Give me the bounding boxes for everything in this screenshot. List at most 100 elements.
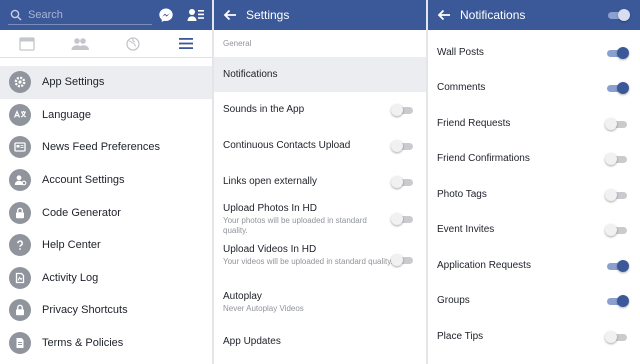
menu-item-label: Code Generator <box>42 206 121 219</box>
row-subtitle: Your photos will be uploaded in standard… <box>223 216 367 235</box>
notif-row-friend-requests[interactable]: Friend Requests <box>428 107 640 141</box>
messenger-icon[interactable] <box>156 5 176 25</box>
news-feed-icon <box>18 36 35 51</box>
notifications-master-toggle[interactable] <box>606 9 630 21</box>
tab-notifications-globe[interactable] <box>106 30 159 57</box>
row-title: Place Tips <box>437 331 484 342</box>
settings-row-notifications[interactable]: Notifications <box>214 57 426 92</box>
row-title: Links open externally <box>223 176 317 187</box>
comments-toggle[interactable] <box>605 82 629 94</box>
menu-item-label: Account Settings <box>42 174 125 187</box>
menu-top-bar <box>0 0 212 30</box>
notif-row-photo-tags[interactable]: Photo Tags <box>428 178 640 212</box>
menu-item-label: App Settings <box>42 76 105 89</box>
row-title: Application Requests <box>437 260 531 271</box>
tab-menu[interactable] <box>159 30 212 57</box>
row-title: Upload Videos In HD <box>223 244 317 255</box>
settings-top-bar: Settings <box>214 0 426 30</box>
settings-title: Settings <box>246 8 290 22</box>
row-title: Event Invites <box>437 224 495 235</box>
menu-item-language[interactable]: Language <box>0 99 212 132</box>
search-input[interactable] <box>28 8 138 21</box>
translate-icon <box>9 103 31 126</box>
menu-item-label: News Feed Preferences <box>42 141 160 154</box>
upload-videos-hd-toggle[interactable] <box>391 254 415 266</box>
row-subtitle: Never Autoplay Videos <box>223 304 304 313</box>
friend-confirmations-toggle[interactable] <box>605 153 629 165</box>
notif-row-groups[interactable]: Groups <box>428 284 640 318</box>
settings-row-contacts-upload[interactable]: Continuous Contacts Upload <box>214 128 426 164</box>
friends-icon <box>71 37 89 50</box>
notif-row-application-requests[interactable]: Application Requests <box>428 249 640 283</box>
menu-item-account-settings[interactable]: Account Settings <box>0 164 212 197</box>
menu-item-label: Help Center <box>42 239 101 252</box>
back-arrow-icon[interactable] <box>222 7 238 23</box>
settings-row-upload-photos-hd[interactable]: Upload Photos In HD Your photos will be … <box>214 200 426 240</box>
row-title: Friend Requests <box>437 118 511 129</box>
menu-item-terms-policies[interactable]: Terms & Policies <box>0 327 212 360</box>
wall-posts-toggle[interactable] <box>605 47 629 59</box>
place-tips-toggle[interactable] <box>605 331 629 343</box>
event-invites-toggle[interactable] <box>605 224 629 236</box>
menu-item-app-settings[interactable]: App Settings <box>0 66 212 99</box>
search-icon <box>10 9 22 21</box>
row-title: Photo Tags <box>437 189 487 200</box>
notif-row-wall-posts[interactable]: Wall Posts <box>428 36 640 70</box>
menu-item-label: Privacy Shortcuts <box>42 304 128 317</box>
menu-item-activity-log[interactable]: Activity Log <box>0 262 212 295</box>
row-title: App Updates <box>223 336 281 347</box>
terms-icon <box>9 332 31 355</box>
notifications-panel: Notifications Wall Posts Comments Friend… <box>428 0 640 364</box>
search-box[interactable] <box>8 5 152 25</box>
tab-friends[interactable] <box>53 30 106 57</box>
photo-tags-toggle[interactable] <box>605 189 629 201</box>
tab-news-feed[interactable] <box>0 30 53 57</box>
friend-list-icon[interactable] <box>186 5 206 25</box>
menu-item-label: Terms & Policies <box>42 337 124 350</box>
sounds-toggle[interactable] <box>391 104 415 116</box>
row-subtitle: Your videos will be uploaded in standard… <box>223 257 393 266</box>
row-title: Autoplay <box>223 291 262 302</box>
feed-icon <box>9 136 31 159</box>
menu-panel: App Settings Language News Feed Preferen… <box>0 0 212 364</box>
groups-toggle[interactable] <box>605 295 629 307</box>
globe-icon <box>125 36 140 51</box>
settings-row-upload-videos-hd[interactable]: Upload Videos In HD Your videos will be … <box>214 240 426 284</box>
contacts-upload-toggle[interactable] <box>391 140 415 152</box>
notif-row-place-tips[interactable]: Place Tips <box>428 320 640 354</box>
lock-icon <box>9 201 31 224</box>
notifications-title: Notifications <box>460 8 526 22</box>
settings-panel: Settings General Notifications Sounds in… <box>214 0 426 364</box>
notif-row-friend-confirmations[interactable]: Friend Confirmations <box>428 142 640 176</box>
menu-item-code-generator[interactable]: Code Generator <box>0 196 212 229</box>
privacy-lock-icon <box>9 299 31 322</box>
friend-requests-toggle[interactable] <box>605 118 629 130</box>
settings-row-autoplay[interactable]: Autoplay Never Autoplay Videos <box>214 284 426 326</box>
menu-item-help-center[interactable]: Help Center <box>0 229 212 262</box>
activity-icon <box>9 266 31 289</box>
settings-row-app-updates[interactable]: App Updates <box>214 326 426 362</box>
menu-item-label: Activity Log <box>42 271 99 284</box>
settings-row-links-external[interactable]: Links open externally <box>214 164 426 200</box>
row-title: Wall Posts <box>437 47 484 58</box>
account-icon <box>9 169 31 192</box>
row-title: Groups <box>437 295 470 306</box>
help-icon <box>9 234 31 257</box>
notifications-top-bar: Notifications <box>428 0 640 30</box>
settings-row-sounds[interactable]: Sounds in the App <box>214 92 426 128</box>
links-external-toggle[interactable] <box>391 176 415 188</box>
menu-item-label: Language <box>42 108 91 121</box>
gear-icon <box>9 71 31 94</box>
section-label-general: General <box>223 39 252 48</box>
menu-item-news-feed-preferences[interactable]: News Feed Preferences <box>0 131 212 164</box>
upload-photos-hd-toggle[interactable] <box>391 213 415 225</box>
row-title: Comments <box>437 82 486 93</box>
row-title: Upload Photos In HD <box>223 203 317 214</box>
back-arrow-icon[interactable] <box>436 7 452 23</box>
row-title: Sounds in the App <box>223 104 305 115</box>
hamburger-menu-icon <box>178 38 193 49</box>
application-requests-toggle[interactable] <box>605 260 629 272</box>
menu-item-privacy-shortcuts[interactable]: Privacy Shortcuts <box>0 294 212 327</box>
notif-row-comments[interactable]: Comments <box>428 71 640 105</box>
notif-row-event-invites[interactable]: Event Invites <box>428 213 640 247</box>
